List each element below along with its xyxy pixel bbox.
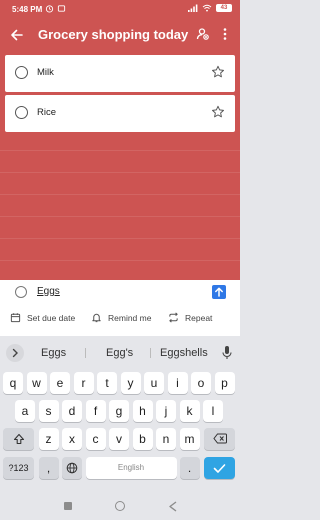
key-c[interactable]: c xyxy=(85,428,106,450)
suggestion-item[interactable]: Eggshells xyxy=(160,347,208,359)
key-a[interactable]: a xyxy=(15,400,35,422)
key-n[interactable]: n xyxy=(156,428,176,450)
backspace-key[interactable] xyxy=(204,428,235,450)
star-icon[interactable] xyxy=(211,105,225,119)
symbols-key[interactable]: ?123 xyxy=(3,457,34,479)
suggestion-strip: Eggs Egg's Eggshells xyxy=(0,340,240,366)
key-x[interactable]: x xyxy=(62,428,82,450)
system-navigation-bar xyxy=(0,493,240,520)
remind-me-button[interactable]: Remind me xyxy=(91,312,151,323)
key-h[interactable]: h xyxy=(132,400,153,422)
space-bar[interactable]: English xyxy=(85,457,177,479)
key-j[interactable]: j xyxy=(156,400,176,422)
key-s[interactable]: s xyxy=(38,400,59,422)
list-divider xyxy=(0,194,240,195)
key-e[interactable]: e xyxy=(50,372,70,394)
microphone-icon[interactable] xyxy=(221,345,233,360)
battery-level: 43 xyxy=(220,5,228,11)
complete-checkbox[interactable] xyxy=(15,66,28,79)
key-b[interactable]: b xyxy=(132,428,153,450)
key-l[interactable]: l xyxy=(203,400,223,422)
app-bar: Grocery shopping today xyxy=(0,20,240,50)
battery-icon: 43 xyxy=(216,4,232,12)
notification-icon xyxy=(57,5,66,12)
list-divider xyxy=(0,172,240,173)
key-z[interactable]: z xyxy=(38,428,59,450)
task-item[interactable]: Milk xyxy=(5,55,235,92)
list-divider xyxy=(0,238,240,239)
status-time: 5:48 PM xyxy=(12,5,43,14)
arrow-up-icon xyxy=(215,287,223,297)
signal-icon xyxy=(188,4,198,12)
task-item[interactable]: Rice xyxy=(5,95,235,132)
suggestion-divider xyxy=(85,348,86,358)
repeat-label: Repeat xyxy=(185,312,213,323)
task-title: Rice xyxy=(37,107,57,118)
list-divider xyxy=(0,150,240,151)
key-r[interactable]: r xyxy=(73,372,94,394)
share-person-icon[interactable] xyxy=(196,27,210,41)
key-i[interactable]: i xyxy=(167,372,188,394)
globe-icon xyxy=(66,462,78,474)
key-g[interactable]: g xyxy=(109,400,129,422)
back-button[interactable] xyxy=(168,501,178,512)
expand-suggestions-button[interactable] xyxy=(6,344,24,362)
remind-me-label: Remind me xyxy=(108,312,152,323)
list-divider xyxy=(0,260,240,261)
more-options-icon[interactable] xyxy=(222,27,228,41)
new-task-input[interactable]: Eggs xyxy=(37,286,60,297)
key-k[interactable]: k xyxy=(179,400,200,422)
bell-icon xyxy=(92,313,101,323)
send-button[interactable] xyxy=(212,285,226,299)
key-t[interactable]: t xyxy=(97,372,117,394)
page-title: Grocery shopping today xyxy=(38,27,189,42)
key-f[interactable]: f xyxy=(85,400,106,422)
backspace-icon xyxy=(212,433,227,444)
key-y[interactable]: y xyxy=(120,372,141,394)
emoji-key[interactable] xyxy=(62,457,82,479)
key-q[interactable]: q xyxy=(3,372,23,394)
home-button[interactable] xyxy=(115,501,125,511)
checkmark-icon xyxy=(213,464,226,473)
enter-key[interactable] xyxy=(204,457,235,479)
suggestion-item[interactable]: Eggs xyxy=(41,347,66,359)
status-bar: 5:48 PM 43 xyxy=(0,0,240,18)
suggestion-divider xyxy=(150,348,151,358)
alarm-icon xyxy=(45,5,54,13)
complete-checkbox[interactable] xyxy=(15,106,28,119)
key-w[interactable]: w xyxy=(26,372,47,394)
key-u[interactable]: u xyxy=(144,372,164,394)
back-arrow-icon[interactable] xyxy=(10,28,24,42)
suggestion-item[interactable]: Egg's xyxy=(106,347,133,359)
key-o[interactable]: o xyxy=(191,372,211,394)
calendar-icon xyxy=(10,313,21,323)
key-d[interactable]: d xyxy=(62,400,82,422)
key-v[interactable]: v xyxy=(109,428,129,450)
recents-button[interactable] xyxy=(64,502,72,510)
period-key[interactable]: . xyxy=(179,457,200,479)
set-due-date-button[interactable]: Set due date xyxy=(10,312,75,323)
chevron-right-icon xyxy=(12,348,18,358)
comma-key[interactable]: , xyxy=(38,457,59,479)
add-task-composer: Eggs Set due date Remind me Repeat xyxy=(0,280,240,336)
key-p[interactable]: p xyxy=(214,372,235,394)
shift-icon xyxy=(13,433,24,445)
task-title: Milk xyxy=(37,67,54,78)
repeat-icon xyxy=(169,312,178,323)
wifi-icon xyxy=(202,4,212,12)
key-m[interactable]: m xyxy=(179,428,200,450)
shift-key[interactable] xyxy=(3,428,34,450)
repeat-button[interactable]: Repeat xyxy=(168,312,212,323)
list-divider xyxy=(0,216,240,217)
star-icon[interactable] xyxy=(211,65,225,79)
set-due-date-label: Set due date xyxy=(27,312,76,323)
new-task-circle xyxy=(15,286,27,298)
